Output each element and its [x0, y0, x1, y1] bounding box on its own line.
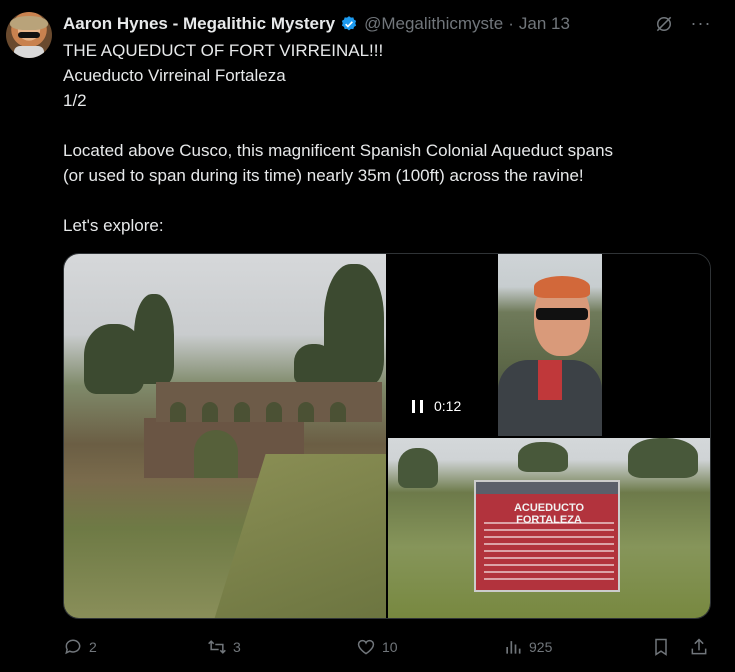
author-handle[interactable]: @Megalithicmyste	[364, 14, 503, 34]
video-frame	[498, 254, 602, 436]
repost-button[interactable]: 3	[207, 633, 241, 661]
aqueduct-photo[interactable]	[64, 254, 386, 618]
tweet-text-line: Located above Cusco, this magnificent Sp…	[63, 141, 614, 160]
author-avatar[interactable]	[6, 12, 52, 58]
grok-icon[interactable]	[654, 14, 674, 34]
video-timestamp: 0:12	[434, 398, 462, 414]
author-name[interactable]: Aaron Hynes - Megalithic Mystery	[63, 14, 335, 34]
repost-icon	[208, 640, 226, 654]
sign-photo[interactable]: ACUEDUCTO FORTALEZA	[388, 438, 710, 618]
tweet-text-line: THE AQUEDUCT OF FORT VIRREINAL!!!	[63, 41, 384, 60]
header-separator: ·	[508, 14, 514, 33]
tweet-text-line: (or used to span during its time) nearly…	[63, 166, 584, 185]
views-button[interactable]: 925	[503, 633, 552, 661]
reply-icon	[65, 639, 81, 655]
like-count: 10	[382, 639, 398, 655]
repost-count: 3	[233, 639, 241, 655]
tweet-text-blank	[63, 113, 723, 138]
video-player[interactable]: 0:12	[388, 254, 710, 436]
reply-count: 2	[89, 639, 97, 655]
like-button[interactable]: 10	[356, 633, 398, 661]
views-icon	[506, 641, 521, 654]
reply-button[interactable]: 2	[63, 633, 97, 661]
tweet-text-blank	[63, 188, 723, 213]
verified-badge-icon	[341, 16, 357, 31]
sign-board: ACUEDUCTO FORTALEZA	[474, 480, 620, 592]
tweet-text-line: Let's explore:	[63, 216, 164, 235]
tweet-header: Aaron Hynes - Megalithic Mystery @Megali…	[63, 13, 570, 35]
tweet-text-line: Acueducto Virreinal Fortaleza	[63, 66, 286, 85]
action-bar: 2 3 10 925	[63, 633, 713, 661]
tweet-date[interactable]: Jan 13	[519, 14, 570, 34]
bookmark-icon[interactable]	[651, 637, 671, 657]
pause-icon[interactable]	[412, 399, 423, 413]
like-icon	[357, 639, 375, 655]
views-count: 925	[529, 639, 553, 655]
tweet-text: THE AQUEDUCT OF FORT VIRREINAL!!! Acuedu…	[63, 38, 723, 238]
media-grid: 0:12 ACUEDUCTO FORTALEZA	[63, 253, 711, 619]
tweet-text-line: 1/2	[63, 91, 87, 110]
share-icon[interactable]	[689, 637, 709, 657]
more-icon[interactable]: ···	[690, 12, 712, 34]
video-controls[interactable]: 0:12	[412, 398, 461, 414]
